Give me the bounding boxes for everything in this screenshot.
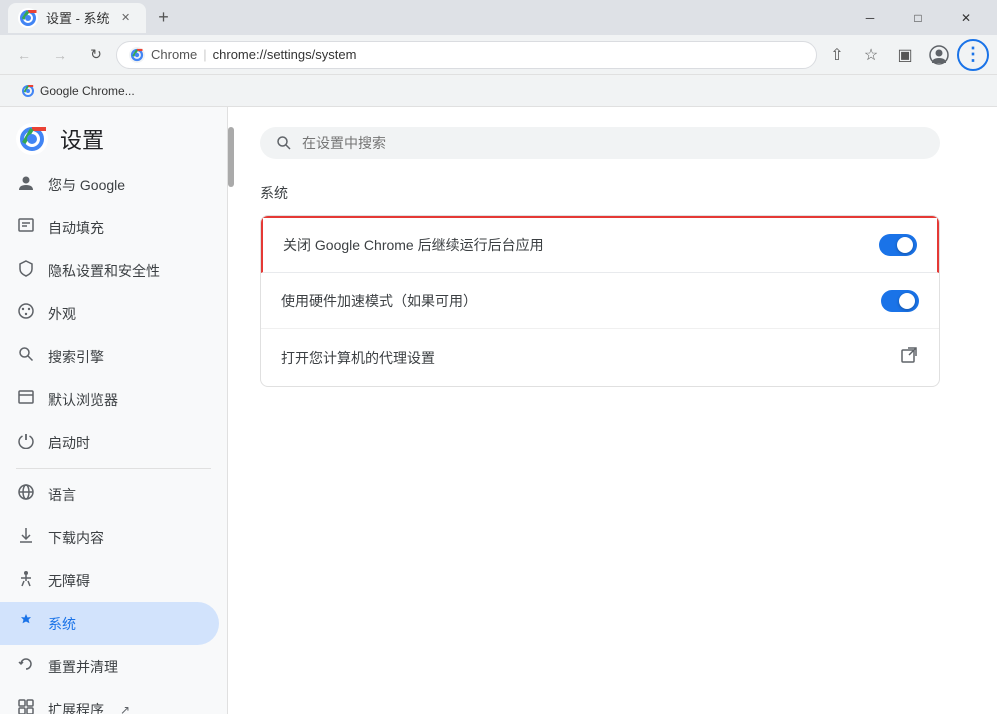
main-content: 设置 您与 Google	[0, 107, 997, 714]
browser-icon	[16, 388, 36, 411]
bookmark-button[interactable]: ☆	[855, 39, 887, 71]
reset-icon	[16, 655, 36, 678]
autofill-icon	[16, 216, 36, 239]
setting-background-apps-label: 关闭 Google Chrome 后继续运行后台应用	[283, 235, 544, 255]
sidebar-item-accessibility[interactable]: 无障碍	[0, 559, 219, 602]
sidebar-scroll-thumb[interactable]	[228, 127, 234, 187]
sidebar-nav: 您与 Google 自动填充	[0, 163, 227, 714]
accessibility-icon	[16, 569, 36, 592]
sidebar-label-language: 语言	[48, 485, 76, 505]
chrome-menu-button[interactable]: ⋮	[957, 39, 989, 71]
sidebar-label-downloads: 下载内容	[48, 528, 104, 548]
address-text: chrome://settings/system	[213, 47, 357, 62]
setting-background-apps-row: 关闭 Google Chrome 后继续运行后台应用	[261, 216, 939, 273]
extensions-external-icon: ↗	[120, 703, 130, 714]
back-button[interactable]: ←	[8, 39, 40, 71]
bookmark-label: Google Chrome...	[40, 84, 135, 98]
sidebar-item-downloads[interactable]: 下载内容	[0, 516, 219, 559]
site-icon	[129, 47, 145, 63]
sidebar-label-extensions: 扩展程序	[48, 700, 104, 714]
share-button[interactable]: ⇧	[821, 39, 853, 71]
setting-proxy-label: 打开您计算机的代理设置	[281, 348, 435, 368]
minimize-button[interactable]: ─	[847, 0, 893, 35]
sidebar-label-search: 搜索引擎	[48, 347, 104, 367]
profile-button[interactable]	[923, 39, 955, 71]
search-bar[interactable]	[260, 127, 940, 159]
system-icon	[16, 612, 36, 635]
palette-icon	[16, 302, 36, 325]
settings-logo	[16, 123, 48, 155]
sidebar-item-default-browser[interactable]: 默认浏览器	[0, 378, 219, 421]
sidebar-item-appearance[interactable]: 外观	[0, 292, 219, 335]
external-link-icon[interactable]	[899, 345, 919, 370]
settings-page-title: 设置	[60, 123, 104, 155]
sidebar-item-reset[interactable]: 重置并清理	[0, 645, 219, 688]
hardware-accel-toggle[interactable]	[881, 290, 919, 312]
sidebar-label-autofill: 自动填充	[48, 218, 104, 238]
window-controls: ─ □ ✕	[847, 0, 989, 35]
tab-close-button[interactable]: ✕	[118, 10, 134, 26]
tab-title: 设置 - 系统	[46, 8, 110, 27]
setting-proxy-row: 打开您计算机的代理设置	[261, 329, 939, 386]
download-icon	[16, 526, 36, 549]
title-bar-left: 设置 - 系统 ✕ +	[8, 3, 178, 33]
sidebar-item-language[interactable]: 语言	[0, 473, 219, 516]
sidebar-label-reset: 重置并清理	[48, 657, 118, 677]
forward-button[interactable]: →	[44, 39, 76, 71]
sidebar-header: 设置	[0, 107, 227, 163]
nav-action-buttons: ⇧ ☆ ▣ ⋮	[821, 39, 989, 71]
setting-hardware-accel-label: 使用硬件加速模式（如果可用）	[281, 291, 477, 311]
settings-card: 关闭 Google Chrome 后继续运行后台应用 使用硬件加速模式（如果可用…	[260, 215, 940, 387]
chrome-bookmark-icon	[20, 83, 36, 99]
sidebar-label-accessibility: 无障碍	[48, 571, 90, 591]
address-separator: |	[203, 47, 206, 62]
sidebar-item-startup[interactable]: 启动时	[0, 421, 219, 464]
hardware-accel-toggle-slider	[881, 290, 919, 312]
content-area: 系统 关闭 Google Chrome 后继续运行后台应用 使用硬件加速模式（如…	[228, 107, 997, 714]
title-bar: 设置 - 系统 ✕ + ─ □ ✕	[0, 0, 997, 35]
sidebar-wrapper: 设置 您与 Google	[0, 107, 228, 714]
address-bar[interactable]: Chrome | chrome://settings/system	[116, 41, 817, 69]
navigation-bar: ← → ↻ Chrome | chrome://settings/system …	[0, 35, 997, 75]
sidebar: 设置 您与 Google	[0, 107, 228, 714]
sidebar-item-search[interactable]: 搜索引擎	[0, 335, 219, 378]
content-search-icon	[276, 135, 292, 151]
maximize-button[interactable]: □	[895, 0, 941, 35]
address-chrome-label: Chrome	[151, 47, 197, 62]
sidebar-label-startup: 启动时	[48, 433, 90, 453]
sidebar-label-default-browser: 默认浏览器	[48, 390, 118, 410]
sidebar-item-autofill[interactable]: 自动填充	[0, 206, 219, 249]
person-icon	[16, 173, 36, 196]
background-apps-toggle-slider	[879, 234, 917, 256]
sidebar-item-privacy[interactable]: 隐私设置和安全性	[0, 249, 219, 292]
settings-search-input[interactable]	[302, 135, 924, 151]
section-title: 系统	[260, 183, 965, 203]
bookmark-item-chrome[interactable]: Google Chrome...	[12, 79, 143, 103]
sidebar-item-google[interactable]: 您与 Google	[0, 163, 219, 206]
sidebar-label-system: 系统	[48, 614, 76, 634]
extension-icon	[16, 698, 36, 714]
sidebar-item-system[interactable]: 系统	[0, 602, 219, 645]
sidebar-divider	[16, 468, 211, 469]
setting-hardware-accel-row: 使用硬件加速模式（如果可用）	[261, 273, 939, 329]
new-tab-button[interactable]: +	[150, 4, 178, 32]
search-icon	[16, 345, 36, 368]
background-apps-toggle[interactable]	[879, 234, 917, 256]
sidebar-item-extensions[interactable]: 扩展程序 ↗	[0, 688, 219, 714]
bookmark-bar: Google Chrome...	[0, 75, 997, 107]
sidebar-label-appearance: 外观	[48, 304, 76, 324]
close-button[interactable]: ✕	[943, 0, 989, 35]
tab-favicon	[18, 8, 38, 28]
shield-icon	[16, 259, 36, 282]
sidebar-label-google: 您与 Google	[48, 175, 125, 195]
sidebar-label-privacy: 隐私设置和安全性	[48, 261, 160, 281]
language-icon	[16, 483, 36, 506]
power-icon	[16, 431, 36, 454]
active-tab[interactable]: 设置 - 系统 ✕	[8, 3, 146, 33]
sidebar-toggle-button[interactable]: ▣	[889, 39, 921, 71]
refresh-button[interactable]: ↻	[80, 39, 112, 71]
